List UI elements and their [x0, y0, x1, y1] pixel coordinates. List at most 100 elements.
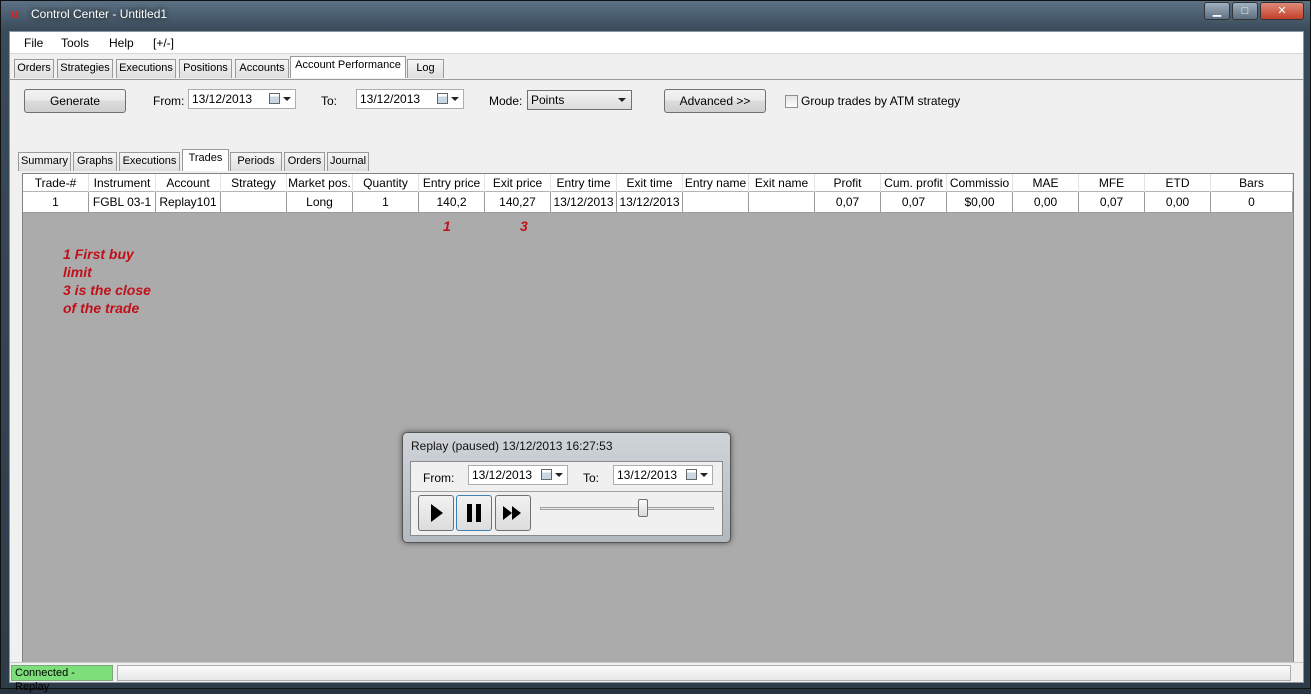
speed-slider-thumb[interactable] — [638, 499, 649, 517]
chevron-down-icon — [451, 97, 459, 101]
account-performance-panel: Generate From: 13/12/2013 To: 13/12/2013… — [10, 79, 1303, 669]
grid-header: Trade-# Instrument Account Strategy Market p… — [23, 174, 1293, 192]
column-header[interactable]: MFE — [1079, 174, 1145, 192]
column-header[interactable]: Entry time — [551, 174, 617, 192]
tab-journal[interactable]: Journal — [327, 152, 369, 171]
chevron-down-icon — [700, 473, 708, 477]
close-button[interactable]: ✕ — [1260, 2, 1304, 20]
annotation-note: 1 First buy limit 3 is the close of the … — [63, 245, 223, 317]
column-header[interactable]: Account — [156, 174, 221, 192]
replay-title: Replay (paused) 13/12/2013 16:27:53 — [411, 439, 613, 453]
table-cell: 0,00 — [1145, 192, 1211, 213]
fast-forward-icon — [503, 506, 521, 520]
column-header[interactable]: Exit time — [617, 174, 683, 192]
tab-trades[interactable]: Trades — [182, 149, 229, 171]
performance-tab-strip: Summary Graphs Executions Trades Periods… — [18, 149, 1298, 172]
replay-to-date-picker[interactable]: 13/12/2013 — [613, 465, 713, 485]
note-line: 1 First buy — [63, 246, 134, 262]
to-date-picker[interactable]: 13/12/2013 — [356, 89, 464, 109]
exit-price-marker: 3 — [520, 218, 528, 234]
table-cell: Replay101 — [156, 192, 221, 213]
tab-graphs[interactable]: Graphs — [73, 152, 117, 171]
table-cell: 0,07 — [881, 192, 947, 213]
tab-positions[interactable]: Positions — [179, 59, 232, 78]
column-header[interactable]: Market pos. — [287, 174, 353, 192]
table-cell — [683, 192, 749, 213]
column-header[interactable]: ETD — [1145, 174, 1211, 192]
chevron-down-icon — [555, 473, 563, 477]
control-center-client: File Tools Help [+/-] Orders Strategies … — [9, 31, 1304, 693]
play-icon — [431, 504, 443, 522]
column-header[interactable]: Entry name — [683, 174, 749, 192]
menu-file[interactable]: File — [24, 36, 43, 50]
group-trades-label: Group trades by ATM strategy — [801, 94, 961, 108]
tab-strategies[interactable]: Strategies — [57, 59, 113, 78]
chevron-down-icon — [618, 98, 626, 102]
replay-window: Replay (paused) 13/12/2013 16:27:53 From… — [402, 432, 731, 543]
minimize-button[interactable]: ▁ — [1204, 2, 1230, 20]
replay-from-label: From: — [423, 471, 455, 485]
table-cell: 0,07 — [1079, 192, 1145, 213]
to-label: To: — [321, 94, 338, 108]
play-button[interactable] — [418, 495, 454, 531]
column-header[interactable]: Commissio — [947, 174, 1013, 192]
advanced-button[interactable]: Advanced >> — [664, 89, 766, 113]
title-bar[interactable]: υ Control Center - Untitled1 ▁ □ ✕ — [1, 1, 1311, 29]
trades-grid: Trade-# Instrument Account Strategy Market p… — [22, 173, 1294, 667]
column-header[interactable]: Quantity — [353, 174, 419, 192]
mode-value: Points — [531, 93, 565, 107]
tab-accounts[interactable]: Accounts — [235, 59, 289, 78]
entry-price-marker: 1 — [443, 218, 451, 234]
note-line: limit — [63, 264, 92, 280]
status-progress-area — [117, 665, 1291, 681]
table-cell: 0,00 — [1013, 192, 1079, 213]
tab-executions-sub[interactable]: Executions — [119, 152, 180, 171]
column-header[interactable]: Exit price — [485, 174, 551, 192]
group-trades-checkbox[interactable] — [785, 95, 798, 108]
table-cell — [749, 192, 815, 213]
tab-executions[interactable]: Executions — [116, 59, 176, 78]
table-cell: 0,07 — [815, 192, 881, 213]
column-header[interactable]: Entry price — [419, 174, 485, 192]
menu-help[interactable]: Help — [109, 36, 134, 50]
column-header[interactable]: Exit name — [749, 174, 815, 192]
replay-from-date-picker[interactable]: 13/12/2013 — [468, 465, 568, 485]
tab-summary[interactable]: Summary — [18, 152, 71, 171]
column-header[interactable]: Cum. profit — [881, 174, 947, 192]
table-cell: 0 — [1211, 192, 1293, 213]
column-header[interactable]: MAE — [1013, 174, 1079, 192]
fast-forward-button[interactable] — [495, 495, 531, 531]
column-header[interactable]: Profit — [815, 174, 881, 192]
pause-button[interactable] — [456, 495, 492, 531]
maximize-button[interactable]: □ — [1232, 2, 1258, 20]
column-header[interactable]: Bars — [1211, 174, 1293, 192]
column-header[interactable]: Trade-# — [23, 174, 89, 192]
from-label: From: — [153, 94, 185, 108]
calendar-icon — [541, 469, 552, 480]
table-cell: Long — [287, 192, 353, 213]
divider — [411, 491, 722, 492]
from-date-picker[interactable]: 13/12/2013 — [188, 89, 296, 109]
speed-slider-track[interactable] — [540, 507, 714, 510]
tab-orders[interactable]: Orders — [14, 59, 54, 78]
table-cell: 1 — [23, 192, 89, 213]
tab-log[interactable]: Log — [407, 59, 444, 78]
connection-status: Connected - Replay — [11, 665, 113, 693]
table-cell: 13/12/2013 — [551, 192, 617, 213]
column-header[interactable]: Strategy — [221, 174, 287, 192]
mode-select[interactable]: Points — [527, 90, 632, 110]
menu-expand[interactable]: [+/-] — [153, 36, 174, 50]
calendar-icon — [269, 93, 280, 104]
column-header[interactable]: Instrument — [89, 174, 156, 192]
main-tab-strip: Orders Strategies Executions Positions A… — [10, 56, 1303, 79]
table-cell: 1 — [353, 192, 419, 213]
menu-tools[interactable]: Tools — [61, 36, 89, 50]
tab-orders-sub[interactable]: Orders — [284, 152, 325, 171]
replay-controls: From: 13/12/2013 To: 13/12/2013 — [410, 461, 723, 536]
table-row[interactable]: 1 FGBL 03-1 Replay101 Long 1 140,2 140,27 13/12… — [23, 192, 1293, 213]
tab-periods[interactable]: Periods — [230, 152, 282, 171]
calendar-icon — [437, 93, 448, 104]
tab-account-performance[interactable]: Account Performance — [290, 56, 406, 78]
generate-button[interactable]: Generate — [24, 89, 126, 113]
table-cell: 140,27 — [485, 192, 551, 213]
